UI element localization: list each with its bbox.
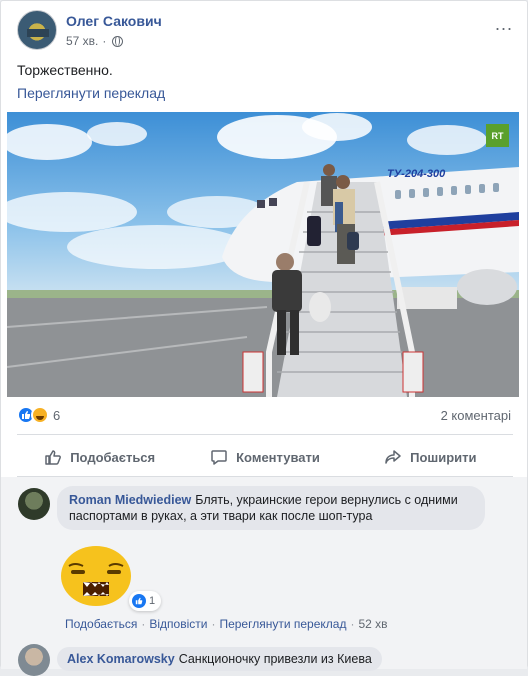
author-name[interactable]: Олег Сакович [66,13,162,29]
share-label: Поширити [410,449,477,465]
post-actions: Подобається Коментувати Поширити [17,439,513,475]
commenter-avatar[interactable] [18,488,50,520]
share-icon [385,450,401,464]
share-button[interactable]: Поширити [348,439,513,475]
post-meta: 57 хв. · [66,34,124,48]
comment-like-link[interactable]: Подобається [65,617,137,631]
commenter-avatar[interactable] [18,644,50,676]
comment-reply-link[interactable]: Відповісти [149,617,207,631]
comments-section: Roman Miedwiediew Блять, украинские герои… [1,477,527,676]
comment-text: Санкционочку привезли из Киева [178,652,372,666]
author-avatar[interactable] [17,10,57,50]
comment-reaction-summary[interactable]: 1 [129,591,162,611]
comment-icon [211,450,227,465]
comment-actions: Подобається · Відповісти · Переглянути п… [65,617,388,631]
divider [17,434,513,435]
comments-count-link[interactable]: 2 коментарі [441,408,511,423]
comment-reaction-count: 1 [149,595,156,607]
post-text: Торжественно. [17,62,113,78]
aircraft-label: ТУ-204-300 [387,168,446,180]
like-reaction-icon [132,594,146,608]
rt-watermark: RT [486,124,509,147]
comment-bubble: Alex Komarowsky Санкционочку привезли из … [57,647,382,671]
like-button[interactable]: Подобається [17,439,182,475]
post-time[interactable]: 57 хв. [66,34,98,48]
more-options-icon[interactable]: ... [495,14,513,35]
comment-button[interactable]: Коментувати [182,439,347,475]
sticker-face-icon[interactable] [59,542,133,608]
reaction-summary[interactable]: 6 [17,406,60,424]
comment-translate-link[interactable]: Переглянути переклад [219,617,346,631]
see-translation-link[interactable]: Переглянути переклад [17,85,165,101]
airplane-stairs-image: ТУ-204-300 [7,112,519,397]
post-card: Олег Сакович 57 хв. · ... Торжественно. … [0,0,528,676]
globe-icon[interactable] [112,35,124,47]
post-header: Олег Сакович 57 хв. · ... [17,10,513,52]
comment-label: Коментувати [236,449,320,465]
comment-bubble: Roman Miedwiediew Блять, украинские герои… [57,486,485,530]
comment-author[interactable]: Alex Komarowsky [67,652,175,666]
post-photo[interactable]: ТУ-204-300 RT [7,112,519,397]
like-label: Подобається [70,449,156,465]
comment-author[interactable]: Roman Miedwiediew [69,493,191,507]
thumbs-up-icon [45,450,62,465]
comment-time[interactable]: 52 хв [358,617,387,631]
haha-reaction-icon [31,406,49,424]
reaction-count: 6 [53,407,61,423]
